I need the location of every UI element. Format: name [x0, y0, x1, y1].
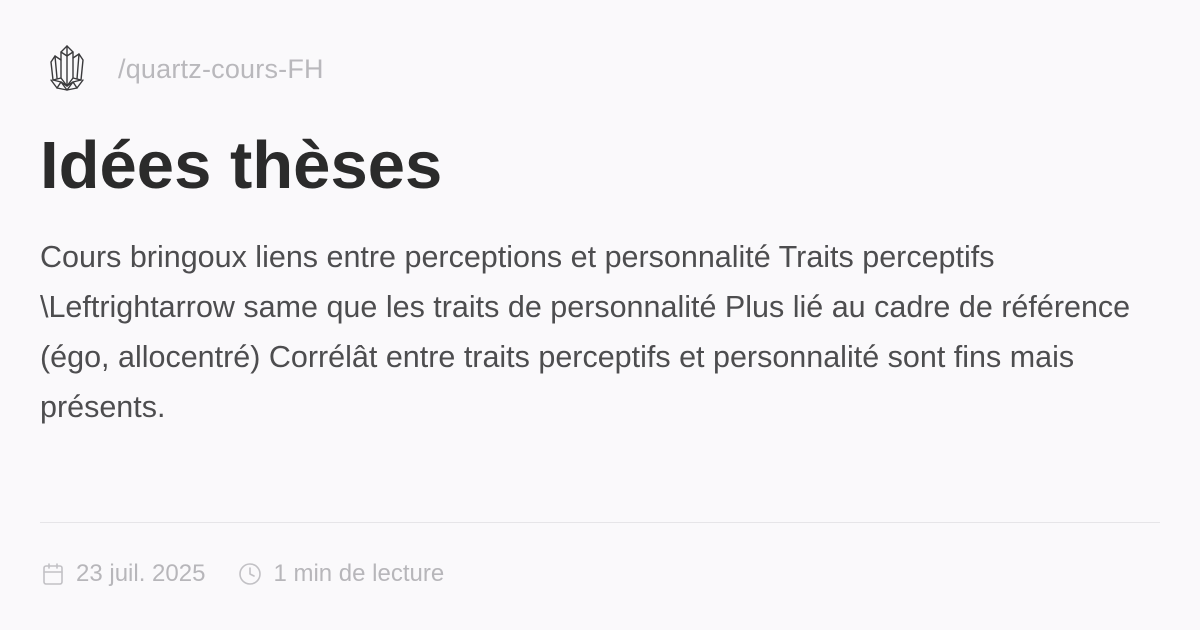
meta-row: 23 juil. 2025 1 min de lecture [40, 556, 444, 592]
site-path[interactable]: /quartz-cours-FH [118, 54, 324, 85]
page-title: Idées thèses [40, 128, 443, 203]
site-header: /quartz-cours-FH [44, 40, 324, 98]
reading-time-text: 1 min de lecture [273, 560, 445, 587]
publish-date: 23 juil. 2025 [40, 560, 205, 588]
calendar-icon [40, 561, 66, 587]
social-preview-card: /quartz-cours-FH Idées thèses Cours brin… [0, 0, 1200, 630]
reading-time: 1 min de lecture [237, 560, 444, 588]
clock-icon [237, 561, 263, 587]
divider [40, 522, 1160, 523]
crystal-quartz-icon [44, 40, 90, 98]
publish-date-text: 23 juil. 2025 [76, 560, 206, 587]
page-description: Cours bringoux liens entre perceptions e… [40, 240, 1131, 424]
